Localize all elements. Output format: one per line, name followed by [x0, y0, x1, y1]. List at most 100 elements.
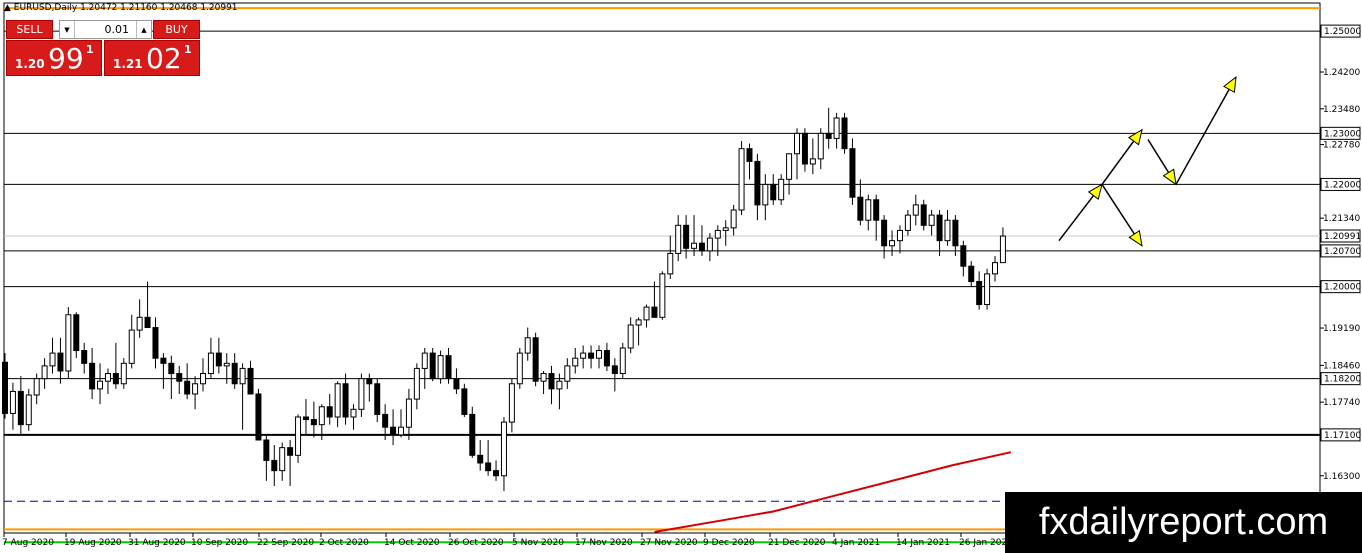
candle-up: [984, 273, 991, 306]
candle-down: [160, 357, 167, 364]
candle-up: [223, 362, 230, 367]
y-tick-label: 1.23480: [1323, 105, 1360, 115]
candle-up: [944, 219, 951, 242]
candle-up: [334, 383, 341, 418]
candle-down: [247, 367, 254, 395]
x-tick-label: 31 Aug 2020: [128, 538, 186, 548]
candle-up: [120, 362, 127, 385]
candle-down: [532, 337, 539, 382]
candle-down: [920, 204, 927, 226]
candle-down: [453, 378, 460, 390]
x-tick-label: 7 Aug 2020: [2, 538, 54, 548]
candle-up: [667, 252, 674, 275]
candle-up: [675, 224, 682, 254]
candle-up: [516, 352, 523, 385]
lot-size-value[interactable]: 0.01: [105, 23, 130, 36]
candle-up: [207, 352, 214, 375]
sell-quote[interactable]: 1.20 99 1: [6, 40, 102, 76]
y-tick-label: 1.21340: [1323, 214, 1360, 224]
candle-down: [968, 265, 975, 283]
candle-up: [722, 227, 729, 231]
candle-up: [659, 273, 666, 318]
candle-down: [857, 196, 864, 221]
candle-up: [136, 316, 143, 331]
sell-button[interactable]: SELL: [6, 20, 53, 39]
x-tick-label: 17 Nov 2020: [575, 538, 633, 548]
candle-up: [350, 408, 357, 418]
moving-average-line: [654, 451, 1012, 533]
x-tick-label: 19 Aug 2020: [64, 538, 122, 548]
price-chart: 1.24200 1.23480 1.22780 1.21340 1.19190 1.184…: [2, 2, 1361, 549]
candle-up: [904, 214, 911, 231]
candle-down: [176, 373, 183, 382]
x-tick-label: 21 Dec 2020: [768, 538, 826, 548]
candle-down: [2, 361, 8, 414]
candle-up: [928, 214, 935, 226]
candle-up: [627, 324, 634, 349]
candle-up: [41, 365, 48, 380]
price-tag-label: 1.20000: [1324, 283, 1361, 293]
candle-up: [413, 367, 420, 400]
candle-up: [358, 378, 365, 410]
candle-up: [508, 383, 515, 423]
price-tag-label: 1.20991: [1324, 232, 1361, 242]
collapse-triangle-icon[interactable]: ▲: [4, 3, 11, 13]
arrow-head-icon: [1127, 128, 1143, 146]
x-tick-label: 2 Oct 2020: [319, 538, 369, 548]
candle-up: [9, 390, 16, 414]
x-tick-label: 22 Sep 2020: [257, 538, 314, 548]
candle-down: [390, 426, 397, 436]
y-tick-label: 1.18460: [1323, 361, 1360, 371]
candle-up: [192, 383, 199, 395]
candle-up: [104, 373, 111, 382]
candle-down: [698, 242, 705, 252]
buy-price-sup: 1: [184, 43, 192, 56]
candle-up: [714, 229, 721, 239]
price-tag-label: 1.20700: [1324, 247, 1361, 257]
candle-up: [65, 314, 72, 372]
candle-down: [603, 350, 610, 367]
buy-quote[interactable]: 1.21 02 1: [104, 40, 200, 76]
candle-up: [200, 373, 206, 385]
candle-down: [952, 219, 959, 247]
y-tick-label: 1.24200: [1323, 68, 1360, 78]
candle-up: [239, 367, 246, 385]
candle-down: [881, 219, 888, 247]
candle-up: [564, 365, 571, 382]
candle-up: [49, 352, 56, 367]
candles-group: [2, 107, 1006, 492]
lot-dropdown-icon[interactable]: ▼: [60, 21, 75, 38]
candle-up: [635, 319, 642, 326]
candle-up: [295, 416, 302, 456]
candle-up: [437, 355, 444, 380]
lot-up-icon[interactable]: ▲: [136, 21, 151, 38]
candle-up: [778, 178, 785, 201]
candle-up: [556, 380, 563, 390]
candle-up: [33, 378, 40, 396]
candle-down: [302, 416, 309, 421]
candle-up: [817, 132, 824, 160]
ohlc-readout: 1.20472 1.21160 1.20468 1.20991: [80, 3, 238, 13]
candle-down: [588, 352, 595, 359]
x-tick-label: 14 Oct 2020: [384, 538, 440, 548]
chart-title: EURUSD,Daily: [13, 3, 78, 13]
candle-down: [461, 388, 468, 415]
candle-down: [152, 327, 159, 359]
candle-down: [366, 378, 373, 385]
candle-down: [231, 362, 238, 385]
sell-price-sup: 1: [86, 43, 94, 56]
candle-down: [611, 365, 618, 375]
projection-arrow-4: [1175, 76, 1237, 185]
candle-down: [168, 362, 175, 375]
arrow-head-icon: [1162, 168, 1177, 186]
candle-down: [936, 214, 943, 242]
candle-up: [738, 148, 745, 211]
candle-down: [976, 281, 983, 306]
buy-button[interactable]: BUY: [153, 20, 200, 39]
x-tick-label: 10 Sep 2020: [191, 538, 248, 548]
candle-up: [596, 350, 602, 359]
candle-down: [960, 245, 967, 267]
candle-up: [730, 209, 737, 229]
candle-up: [999, 235, 1006, 264]
lot-size-field[interactable]: ▼ 0.01 ▲: [59, 20, 152, 39]
